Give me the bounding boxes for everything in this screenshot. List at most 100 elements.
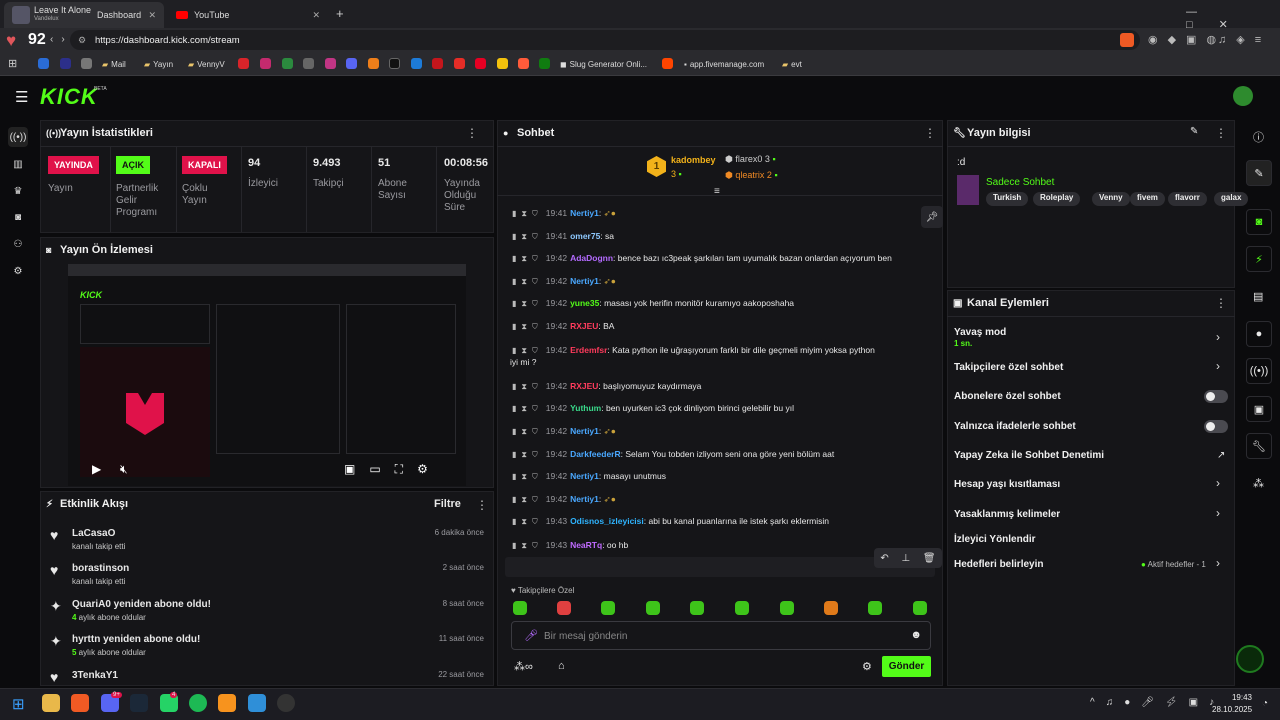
leader-name[interactable]: kadombey (671, 155, 716, 165)
bookmark-icon[interactable] (38, 58, 49, 69)
mod-action-icons[interactable]: ▮⧗⛉ (512, 209, 543, 218)
pin-icon[interactable]: 📌︎ (921, 206, 943, 228)
subscribers-only-toggle[interactable] (1204, 390, 1228, 403)
emote-button[interactable] (735, 601, 749, 615)
mod-action-icons[interactable]: ▮⧗⛉ (512, 495, 543, 504)
message-username[interactable]: Nertiy1 (570, 471, 599, 481)
chevron-right-icon[interactable]: › (1216, 556, 1220, 570)
chat-input[interactable]: 🎤︎ Bir mesaj gönderin ☻ (511, 621, 931, 650)
channel-actions-rail-icon[interactable]: ▣ (1246, 396, 1272, 422)
tag-chip[interactable]: Roleplay (1033, 192, 1081, 206)
bookmark-icon[interactable] (662, 58, 673, 69)
mod-action-icons[interactable]: ▮⧗⛉ (512, 277, 543, 286)
wrench-rail-icon[interactable]: 🔧︎ (1246, 433, 1272, 459)
mute-icon[interactable]: 🔇︎ (120, 462, 128, 477)
mod-action-icons[interactable]: ▮⧗⛉ (512, 382, 543, 391)
activity-item[interactable]: ♥ borastinson kanalı takip etti 2 saat ö… (48, 562, 488, 592)
more-apps-icon[interactable]: ⁂ (1253, 477, 1264, 490)
tab-dashboard[interactable]: Leave It Alone Vandelux Dashboard ✕ (4, 2, 164, 28)
activity-item[interactable]: ♥ 3TenkaY1 22 saat önce (48, 669, 488, 685)
emote-button[interactable] (513, 601, 527, 615)
followers-only-action[interactable]: Takipçilere özel sohbet (954, 362, 1063, 373)
bookmark-icon[interactable] (81, 58, 92, 69)
message-username[interactable]: Yuthum (570, 403, 601, 413)
bookmark-vennyv[interactable]: ▰ VennyV (188, 56, 225, 72)
chat-message[interactable]: iyi mi ? (510, 357, 536, 367)
chat-rail-icon[interactable]: ● (1246, 321, 1272, 347)
chevron-right-icon[interactable]: › (1216, 476, 1220, 490)
message-username[interactable]: yune35 (570, 298, 599, 308)
emote-button[interactable] (557, 601, 571, 615)
ai-moderation-action[interactable]: Yapay Zeka ile Sohbet Denetimi (954, 450, 1104, 461)
message-username[interactable]: Erdemfsr (570, 345, 607, 355)
bookmark-icon[interactable] (260, 58, 271, 69)
extension-icons[interactable]: ◉◆▣◍ (1148, 33, 1226, 46)
notification-icon[interactable]: ◔ (1262, 698, 1268, 709)
more-options-icon[interactable]: ⋮ (924, 126, 936, 140)
chat-message[interactable]: ▮⧗⛉ 19:42 Nertiy1: masayı unutmus (512, 471, 666, 482)
close-tab-icon[interactable]: ✕ (148, 10, 156, 21)
account-age-action[interactable]: Hesap yaşı kısıtlaması (954, 479, 1060, 490)
mod-action-icons[interactable]: ▮⧗⛉ (512, 517, 543, 526)
app-icon[interactable] (248, 694, 266, 712)
category-name[interactable]: Sadece Sohbet (986, 177, 1054, 188)
bookmark-icon[interactable] (475, 58, 486, 69)
bookmark-fivemanage[interactable]: ▪ app.fivemanage.com (684, 56, 764, 72)
lightning-rail-icon[interactable]: ⚡︎ (1246, 246, 1272, 272)
message-username[interactable]: Nertiy1 (570, 276, 599, 286)
mod-action-icons[interactable]: ▮⧗⛉ (512, 427, 543, 436)
bookmark-icon[interactable] (518, 58, 529, 69)
chevron-right-icon[interactable]: › (1216, 506, 1220, 520)
chat-message[interactable]: ▮⧗⛉ 19:42 Nertiy1: ➶● (512, 276, 616, 287)
chat-settings-icon[interactable]: ⚙ (862, 660, 872, 673)
chat-message[interactable]: ▮⧗⛉ 19:42 RXJEU: BA (512, 321, 614, 332)
bookmark-icon[interactable] (325, 58, 336, 69)
tag-chip[interactable]: galax (1214, 192, 1249, 206)
edit-icon[interactable]: ✎ (1190, 126, 1198, 137)
hamburger-menu-icon[interactable]: ☰ (15, 88, 28, 106)
emote-button[interactable] (690, 601, 704, 615)
broadcast-rail-icon[interactable]: ((•)) (1246, 358, 1272, 384)
trophy-icon[interactable]: ♛ (8, 181, 28, 201)
chat-message[interactable]: ▮⧗⛉ 19:42 Nertiy1: ➶● (512, 426, 616, 437)
bookmark-icon[interactable] (389, 58, 400, 69)
player-controls[interactable]: ▣▭⛶⚙ (344, 462, 442, 477)
bookmark-yayin[interactable]: ▰ Yayın (144, 56, 173, 72)
windows-start-icon[interactable]: ⊞ (12, 695, 25, 713)
bookmark-mail[interactable]: ▰ Mail (102, 56, 126, 72)
message-username[interactable]: RXJEU (570, 321, 598, 331)
external-link-icon[interactable]: ↗ (1217, 450, 1225, 461)
mod-action-icons[interactable]: ▮⧗⛉ (512, 322, 543, 331)
app-icon[interactable] (277, 694, 295, 712)
message-actions[interactable]: ↶ ⊥ 🗑︎ (874, 548, 942, 568)
community-icon[interactable]: ⚇ (8, 234, 28, 254)
store-icon[interactable]: ⌂ (558, 660, 565, 672)
mod-action-icons[interactable]: ▮⧗⛉ (512, 541, 543, 550)
chat-message[interactable]: ▮⧗⛉ 19:43 Odisnos_izleyicisi: abi bu kanal… (512, 516, 829, 527)
play-icon[interactable]: ▶ (92, 462, 115, 476)
message-username[interactable]: DarkfeederR (570, 449, 621, 459)
message-username[interactable]: Nertiy1 (570, 208, 599, 218)
mod-action-icons[interactable]: ▮⧗⛉ (512, 404, 543, 413)
site-settings-icon[interactable]: ⚙ (78, 35, 86, 46)
menu-icons[interactable]: ♫◈≡ (1218, 33, 1271, 46)
brave-icon[interactable] (71, 694, 89, 712)
edit-stream-icon[interactable]: ✎ (1246, 160, 1272, 186)
category-thumbnail[interactable] (957, 175, 979, 205)
send-button[interactable]: Gönder (882, 656, 931, 677)
leader-row[interactable]: ⬢ flarex0 3 ▪ (725, 154, 776, 165)
tag-chip[interactable]: flavorr (1168, 192, 1207, 206)
emote-button[interactable] (780, 601, 794, 615)
delete-icon[interactable]: 🗑︎ (923, 553, 936, 564)
bookmark-icon[interactable] (60, 58, 71, 69)
apps-icon[interactable]: ⊞ (8, 57, 17, 70)
message-username[interactable]: Odisnos_izleyicisi (570, 516, 644, 526)
message-username[interactable]: NeaRTq (570, 540, 602, 550)
bookmark-icon[interactable] (539, 58, 550, 69)
chevron-right-icon[interactable]: › (1216, 330, 1220, 344)
info-icon[interactable]: ⓘ (1253, 129, 1264, 145)
kick-points-icon[interactable]: ⁂∞ (514, 660, 533, 673)
tag-chip[interactable]: fivem (1130, 192, 1165, 206)
message-username[interactable]: Nertiy1 (570, 494, 599, 504)
message-username[interactable]: omer75 (570, 231, 600, 241)
